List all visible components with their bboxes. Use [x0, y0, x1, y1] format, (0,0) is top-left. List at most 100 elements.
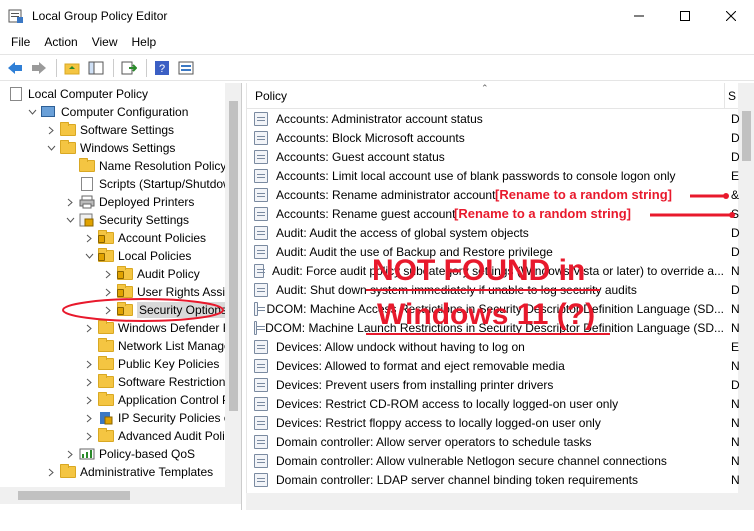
folder-icon	[98, 338, 114, 353]
maximize-icon	[680, 10, 690, 21]
tree-node-label: Deployed Printers	[99, 195, 195, 209]
policy-row[interactable]: Domain controller: Allow server operator…	[247, 432, 724, 451]
annotation-rename-admin: [Rename to a random string]	[495, 187, 672, 202]
export-list-button[interactable]	[118, 57, 140, 79]
policy-row[interactable]: Accounts: Block Microsoft accounts	[247, 128, 724, 147]
policy-name: Accounts: Rename administrator account	[276, 187, 496, 202]
properties-button[interactable]	[175, 57, 197, 79]
maximize-button[interactable]	[662, 0, 708, 31]
menu-action[interactable]: Action	[37, 35, 84, 49]
chevron-right-icon[interactable]	[103, 269, 113, 279]
tree-node[interactable]: Administrative Templates	[46, 463, 213, 481]
chevron-right-icon[interactable]	[84, 233, 94, 243]
folder-lock-icon	[117, 266, 133, 281]
scroll-thumb[interactable]	[229, 101, 238, 411]
tree-node-label: Administrative Templates	[80, 465, 214, 479]
policy-setting-icon	[254, 225, 268, 240]
tree-node[interactable]: Public Key Policies	[84, 355, 219, 373]
tree-node[interactable]: Security Settings	[65, 211, 189, 229]
tree-node-label: Computer Configuration	[61, 105, 189, 119]
menu-help[interactable]: Help	[125, 35, 164, 49]
chevron-down-icon[interactable]	[46, 143, 56, 153]
chevron-right-icon[interactable]	[84, 395, 94, 405]
security-icon	[79, 213, 95, 227]
tree-horizontal-scrollbar[interactable]	[0, 487, 241, 504]
tree-node[interactable]: Software Restriction Policies	[84, 373, 241, 391]
svg-text:?: ?	[159, 63, 165, 75]
properties-icon	[178, 61, 194, 74]
policy-row[interactable]: Accounts: Guest account status	[247, 147, 724, 166]
tree-node[interactable]: Application Control Policies	[84, 391, 241, 409]
chevron-right-icon[interactable]	[65, 197, 75, 207]
scroll-thumb[interactable]	[18, 491, 130, 500]
minimize-button[interactable]	[616, 0, 662, 31]
help-icon: ?	[155, 60, 169, 75]
column-header-policy[interactable]: Policy	[255, 89, 287, 103]
chevron-right-icon[interactable]	[46, 125, 56, 135]
chevron-right-icon[interactable]	[84, 377, 94, 387]
policy-row[interactable]: Devices: Allowed to format and eject rem…	[247, 356, 724, 375]
tree-node[interactable]: Computer Configuration	[27, 103, 188, 121]
tree-node[interactable]: Local Policies	[84, 247, 191, 265]
chevron-right-icon[interactable]	[84, 359, 94, 369]
tree-node[interactable]: Audit Policy	[103, 265, 200, 283]
doc-icon	[8, 87, 24, 101]
policy-row[interactable]: Devices: Restrict CD-ROM access to local…	[247, 394, 724, 413]
tree-node[interactable]: Local Computer Policy	[8, 85, 148, 103]
policy-list-horizontal-scrollbar[interactable]	[246, 493, 754, 510]
tree-vertical-scrollbar[interactable]	[225, 83, 241, 487]
scroll-thumb[interactable]	[742, 111, 751, 161]
policy-setting-icon	[254, 415, 268, 430]
policy-setting-icon	[254, 434, 268, 449]
folder-icon	[98, 356, 114, 371]
chevron-down-icon[interactable]	[84, 251, 94, 261]
close-button[interactable]	[708, 0, 754, 31]
policy-security-setting: &	[731, 187, 740, 202]
tree-node[interactable]: Software Settings	[46, 121, 174, 139]
tree-node[interactable]: Advanced Audit Policy	[84, 427, 237, 445]
tree-node[interactable]: Name Resolution Policy	[65, 157, 226, 175]
up-one-level-button[interactable]	[61, 57, 83, 79]
policy-setting-icon	[254, 168, 268, 183]
tree-node[interactable]: Deployed Printers	[65, 193, 194, 211]
forward-button[interactable]	[28, 57, 50, 79]
policy-row[interactable]: Domain controller: Allow vulnerable Netl…	[247, 451, 724, 470]
chevron-right-icon[interactable]	[65, 449, 75, 459]
back-button[interactable]	[4, 57, 26, 79]
policy-setting-icon	[254, 130, 268, 145]
printer-icon	[79, 195, 95, 209]
show-hide-console-tree-button[interactable]	[85, 57, 107, 79]
chevron-down-icon[interactable]	[65, 215, 75, 225]
chevron-right-icon[interactable]	[84, 413, 94, 423]
column-header-security-setting[interactable]: S	[724, 83, 738, 109]
tree-node[interactable]: Windows Settings	[46, 139, 175, 157]
policy-security-setting: N	[731, 301, 740, 316]
policy-row[interactable]: Devices: Prevent users from installing p…	[247, 375, 724, 394]
policy-setting-icon	[254, 320, 266, 335]
policy-row[interactable]: Domain controller: LDAP server channel b…	[247, 470, 724, 489]
menu-file[interactable]: File	[4, 35, 37, 49]
policy-setting-icon	[254, 149, 268, 164]
tree-node[interactable]: IP Security Policies on Local Computer	[84, 409, 241, 427]
tree-node[interactable]: Policy-based QoS	[65, 445, 195, 463]
policy-row[interactable]: Accounts: Limit local account use of bla…	[247, 166, 724, 185]
chevron-down-icon[interactable]	[27, 107, 37, 117]
policy-list-vertical-scrollbar[interactable]	[738, 83, 754, 493]
tree-node[interactable]: Scripts (Startup/Shutdown)	[65, 175, 241, 193]
policy-row[interactable]: Devices: Restrict floppy access to local…	[247, 413, 724, 432]
tree-node[interactable]: Account Policies	[84, 229, 206, 247]
tree-node-label: Security Settings	[99, 213, 190, 227]
tree-node[interactable]: Network List Manager	[84, 337, 235, 355]
policy-setting-icon	[254, 396, 268, 411]
tree-node-label: Policy-based QoS	[99, 447, 196, 461]
policy-setting-icon	[254, 377, 268, 392]
help-button[interactable]: ?	[151, 57, 173, 79]
menu-view[interactable]: View	[85, 35, 125, 49]
chevron-right-icon[interactable]	[84, 431, 94, 441]
policy-row[interactable]: Audit: Audit the access of global system…	[247, 223, 724, 242]
chevron-right-icon[interactable]	[46, 467, 56, 477]
policy-setting-icon	[254, 206, 268, 221]
back-arrow-icon	[8, 61, 22, 74]
policy-row[interactable]: Accounts: Administrator account status	[247, 109, 724, 128]
